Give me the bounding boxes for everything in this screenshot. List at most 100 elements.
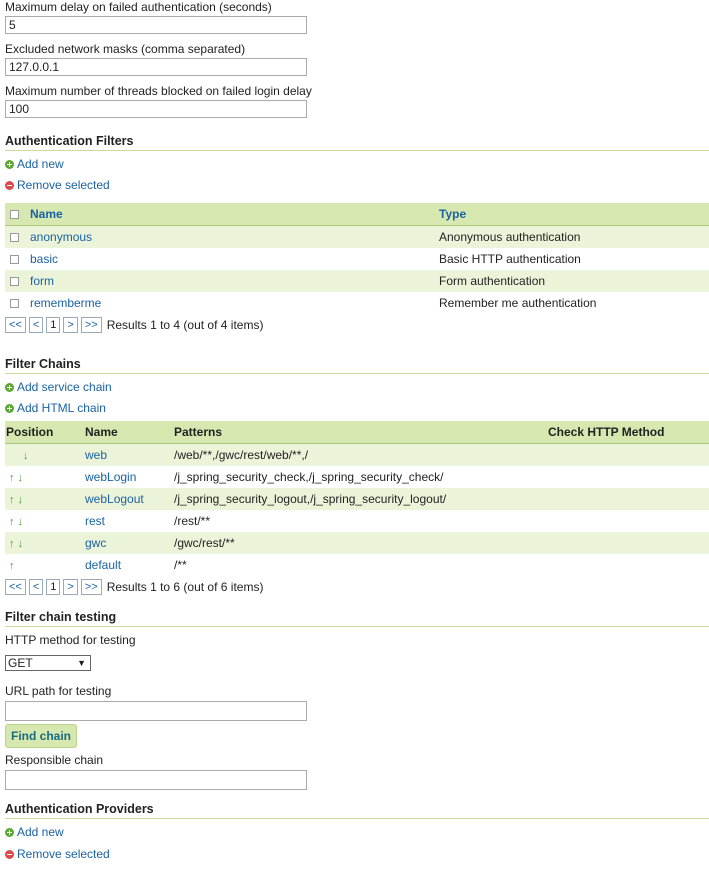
max-delay-input[interactable]: [5, 16, 307, 34]
row-checkbox[interactable]: [10, 233, 19, 243]
filter-chains-pager: << < 1 > >> Results 1 to 6 (out of 6 ite…: [5, 578, 709, 596]
column-header-type[interactable]: Type: [439, 203, 709, 226]
excluded-masks-input[interactable]: [5, 58, 307, 76]
table-row: ↑ ↓ webLogout /j_spring_security_logout,…: [5, 488, 709, 510]
pager-page-button[interactable]: 1: [46, 317, 61, 333]
filter-type: Anonymous authentication: [439, 225, 709, 248]
add-icon: [5, 159, 14, 169]
find-chain-wrap: Find chain: [5, 724, 709, 748]
check-http-method-cell: [548, 554, 709, 576]
pager-prev-button[interactable]: <: [28, 579, 44, 595]
responsible-chain-field[interactable]: [5, 770, 307, 790]
pager-last-button[interactable]: >>: [80, 579, 102, 595]
position-arrows[interactable]: ↑: [5, 554, 85, 576]
column-header-check-http-method: Check HTTP Method: [548, 421, 709, 444]
pager-first-button[interactable]: <<: [5, 579, 26, 595]
move-up-down-icon[interactable]: ↑ ↓: [9, 538, 23, 550]
row-checkbox[interactable]: [10, 255, 19, 265]
chain-name-link[interactable]: web: [85, 443, 174, 466]
pager-prev-button[interactable]: <: [28, 317, 44, 333]
position-arrows[interactable]: ↑ ↓: [5, 532, 85, 554]
auth-filters-pager: << < 1 > >> Results 1 to 4 (out of 4 ite…: [5, 316, 709, 334]
http-method-select[interactable]: GET ▼: [5, 655, 91, 671]
add-html-chain[interactable]: Add HTML chain: [5, 400, 709, 416]
check-http-method-cell: [548, 466, 709, 488]
table-header-row: Position Name Patterns Check HTTP Method: [5, 421, 709, 444]
pager-next-button[interactable]: >: [63, 579, 78, 595]
remove-selected-label: Remove selected: [17, 847, 110, 861]
chain-testing-title: Filter chain testing: [5, 610, 709, 627]
add-icon: [5, 827, 14, 837]
chain-name-link[interactable]: webLogin: [85, 466, 174, 488]
move-up-down-icon[interactable]: ↑ ↓: [9, 516, 23, 528]
row-checkbox[interactable]: [10, 277, 19, 287]
filter-name-link[interactable]: basic: [30, 248, 439, 270]
chain-patterns: /**: [174, 558, 187, 572]
chain-patterns: /j_spring_security_logout,/j_spring_secu…: [174, 488, 548, 510]
table-row: ↑ ↓ rest /rest/**: [5, 510, 709, 532]
select-all-cell: [5, 203, 30, 226]
filter-chains-title: Filter Chains: [5, 357, 709, 374]
pager-results: Results 1 to 4 (out of 4 items): [106, 318, 264, 332]
max-threads-block: Maximum number of threads blocked on fai…: [5, 84, 312, 118]
table-row: rememberme Remember me authentication: [5, 292, 709, 314]
filter-name-link[interactable]: form: [30, 270, 439, 292]
chain-name-link[interactable]: gwc: [85, 532, 174, 554]
row-checkbox-cell: [5, 270, 30, 292]
check-http-method-cell: [548, 532, 709, 554]
max-delay-label: Maximum delay on failed authentication (…: [5, 0, 272, 14]
select-all-checkbox[interactable]: [10, 210, 19, 220]
move-up-down-icon[interactable]: ↑ ↓: [9, 494, 23, 506]
pager-results: Results 1 to 6 (out of 6 items): [106, 580, 264, 594]
pager-next-button[interactable]: >: [63, 317, 78, 333]
position-arrows[interactable]: ↑ ↓: [5, 466, 85, 488]
move-up-down-icon[interactable]: ↑ ↓: [9, 472, 23, 484]
http-method-value: GET: [8, 656, 33, 670]
auth-providers-remove-selected[interactable]: Remove selected: [5, 846, 709, 862]
auth-filters-remove-selected[interactable]: Remove selected: [5, 177, 709, 193]
check-http-method-cell: [548, 443, 709, 466]
chain-name-link[interactable]: default: [85, 554, 174, 576]
remove-icon: [5, 180, 14, 190]
position-arrows[interactable]: ↑ ↓: [5, 488, 85, 510]
move-up-icon[interactable]: ↑: [9, 560, 15, 572]
check-http-method-cell: [548, 488, 709, 510]
auth-providers-section: Authentication Providers Add new Remove …: [5, 802, 709, 862]
pager-last-button[interactable]: >>: [80, 317, 102, 333]
chain-patterns: /rest/**: [174, 514, 211, 528]
max-threads-input[interactable]: [5, 100, 307, 118]
auth-providers-add-new[interactable]: Add new: [5, 824, 709, 840]
auth-filters-table: Name Type anonymous Anonymous authentica…: [5, 203, 709, 314]
auth-providers-title: Authentication Providers: [5, 802, 709, 819]
column-header-patterns: Patterns: [174, 421, 548, 444]
responsible-chain-label: Responsible chain: [5, 753, 104, 767]
add-new-label: Add new: [17, 157, 64, 171]
chain-patterns: /j_spring_security_check,/j_spring_secur…: [174, 470, 444, 484]
chain-testing-section: Filter chain testing HTTP method for tes…: [5, 610, 709, 790]
position-arrows[interactable]: ↓: [5, 443, 85, 466]
chevron-down-icon: ▼: [77, 658, 86, 668]
move-down-icon[interactable]: ↓: [23, 450, 29, 462]
add-icon: [5, 382, 14, 392]
position-arrows[interactable]: ↑ ↓: [5, 510, 85, 532]
url-path-label: URL path for testing: [5, 684, 112, 698]
chain-name-link[interactable]: rest: [85, 510, 174, 532]
pager-first-button[interactable]: <<: [5, 317, 26, 333]
url-path-input[interactable]: [5, 701, 307, 721]
table-row: form Form authentication: [5, 270, 709, 292]
pager-page-button[interactable]: 1: [46, 579, 61, 595]
find-chain-button[interactable]: Find chain: [5, 724, 77, 748]
add-service-chain[interactable]: Add service chain: [5, 379, 709, 395]
auth-filters-add-new[interactable]: Add new: [5, 156, 709, 172]
chain-name-link[interactable]: webLogout: [85, 488, 174, 510]
filter-type: Form authentication: [439, 270, 709, 292]
filter-name-link[interactable]: anonymous: [30, 225, 439, 248]
check-http-method-cell: [548, 510, 709, 532]
column-header-name[interactable]: Name: [30, 203, 439, 226]
chain-patterns: /web/**,/gwc/rest/web/**,/: [174, 443, 548, 466]
row-checkbox[interactable]: [10, 299, 19, 309]
filter-name-link[interactable]: rememberme: [30, 292, 439, 314]
add-html-chain-label: Add HTML chain: [17, 401, 106, 415]
filter-type: Remember me authentication: [439, 296, 597, 310]
remove-icon: [5, 849, 14, 859]
